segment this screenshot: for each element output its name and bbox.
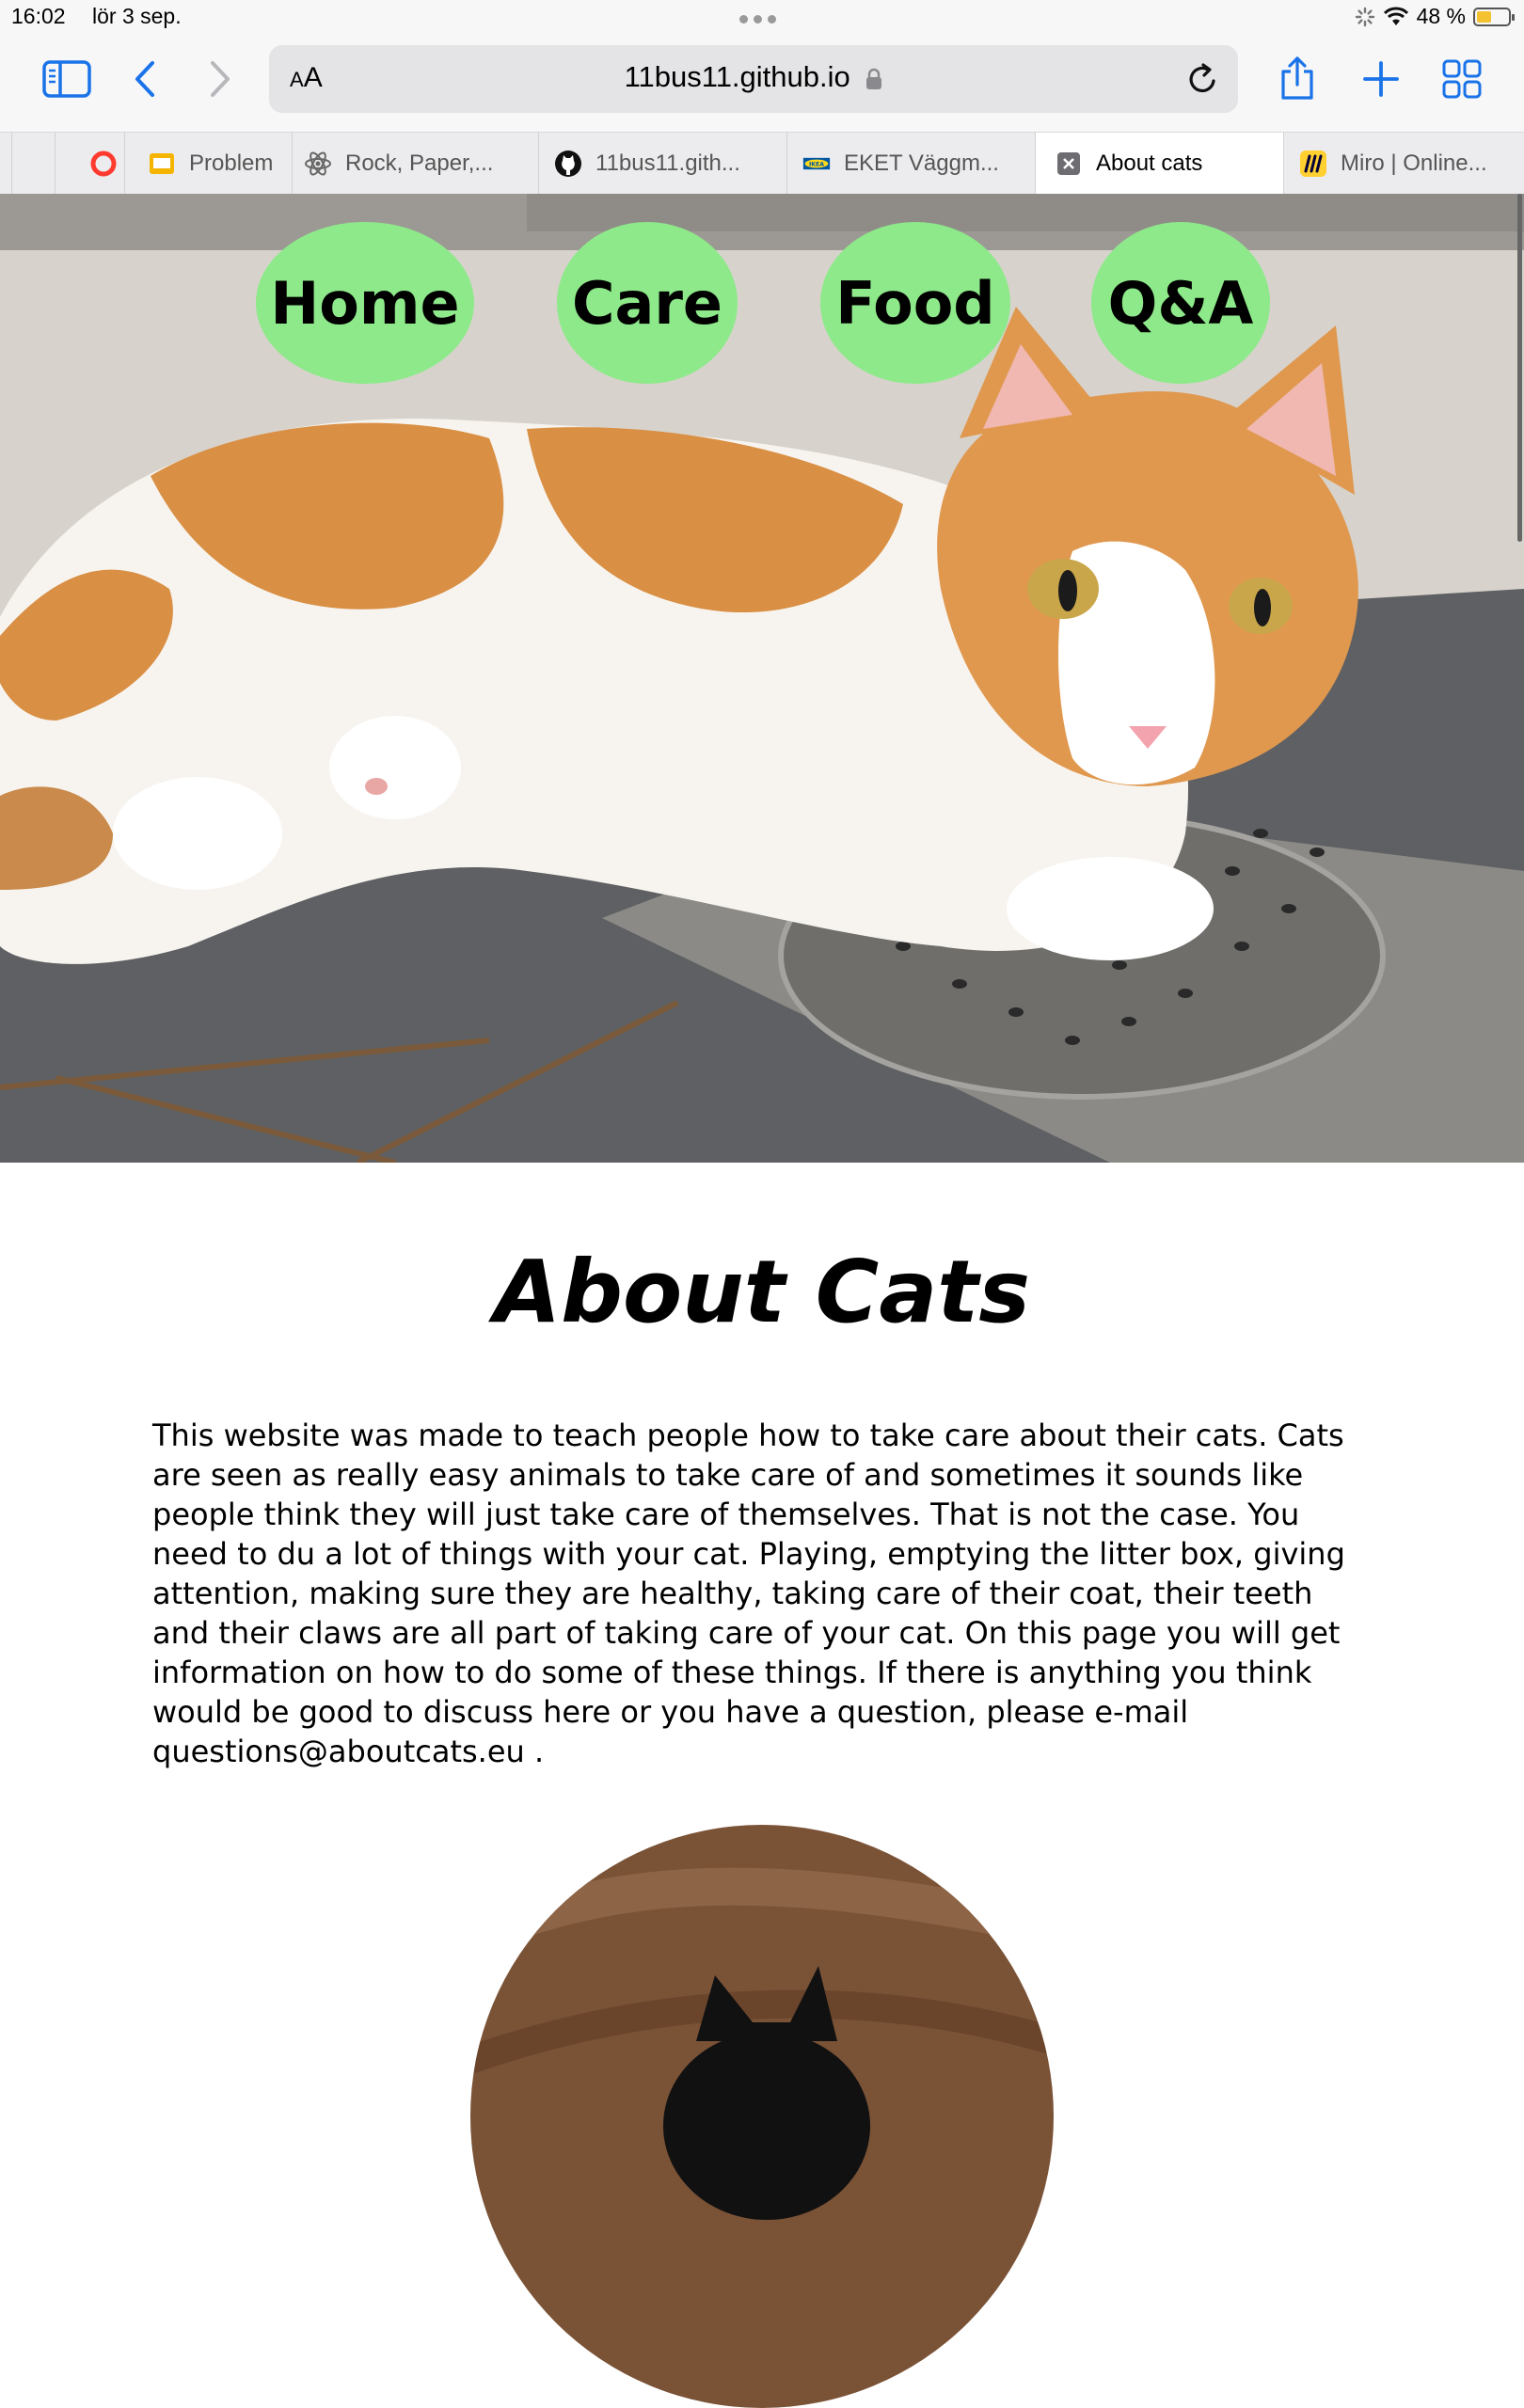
tab-overview-icon[interactable]: [1441, 58, 1483, 100]
tab-label: 11bus11.gith...: [595, 150, 740, 176]
tab-label: Rock, Paper,...: [345, 150, 494, 176]
activity-spinner-icon: [1355, 7, 1374, 26]
tab-label: About cats: [1096, 150, 1203, 176]
status-date: lör 3 sep.: [92, 4, 182, 28]
status-bar: 16:02 lör 3 sep. 48 %: [0, 0, 1524, 38]
back-icon[interactable]: [132, 58, 160, 100]
cat-photo-image: [0, 194, 1524, 1163]
opera-icon: [89, 150, 118, 178]
sidebar-icon[interactable]: [41, 58, 92, 100]
tab-miro[interactable]: Miro | Online...: [1283, 133, 1524, 195]
page-title: About Cats: [493, 1242, 1031, 1342]
multitasking-dots-icon[interactable]: [739, 15, 776, 24]
svg-text:IKEA: IKEA: [809, 162, 824, 168]
tab-github[interactable]: 11bus11.gith...: [538, 133, 786, 195]
tab-ikea[interactable]: IKEA EKET Väggm...: [786, 133, 1035, 195]
battery-level: [1477, 10, 1491, 23]
battery-icon: [1473, 7, 1515, 26]
nav-care-button[interactable]: Care: [557, 222, 738, 384]
ikea-icon: IKEA: [802, 150, 831, 178]
tab-problem[interactable]: Problem: [124, 133, 292, 195]
url-field[interactable]: 11bus11.github.io: [269, 60, 1238, 94]
page-scrollbar[interactable]: [1517, 194, 1522, 542]
nav-qa-button[interactable]: Q&A: [1091, 222, 1270, 384]
tab-label: Miro | Online...: [1341, 150, 1487, 176]
tab-opera[interactable]: [55, 133, 124, 195]
tab-rock-paper[interactable]: Rock, Paper,...: [292, 133, 538, 195]
round-cat-photo: [470, 1825, 1054, 2408]
new-tab-icon[interactable]: [1362, 58, 1400, 100]
reload-icon[interactable]: [1187, 62, 1219, 96]
address-bar[interactable]: AA 11bus11.github.io: [269, 45, 1238, 113]
tab-pinned[interactable]: [11, 133, 55, 195]
tab-label: EKET Väggm...: [844, 150, 999, 176]
wifi-icon: [1383, 7, 1408, 25]
close-tab-icon[interactable]: [1055, 150, 1083, 178]
tab-about-cats[interactable]: About cats: [1035, 133, 1283, 195]
github-icon: [554, 150, 582, 178]
forward-icon[interactable]: [205, 58, 233, 100]
status-time: 16:02: [11, 4, 66, 28]
miro-icon: [1299, 150, 1327, 178]
intro-paragraph: This website was made to teach people ho…: [152, 1418, 1345, 1769]
status-indicators: 48 %: [1355, 4, 1515, 29]
nav-food-button[interactable]: Food: [820, 222, 1010, 384]
browser-toolbar: AA 11bus11.github.io: [0, 38, 1524, 132]
nav-home-button[interactable]: Home: [256, 222, 474, 384]
share-icon[interactable]: [1278, 55, 1317, 102]
battery-percentage: 48 %: [1416, 4, 1466, 28]
url-text: 11bus11.github.io: [624, 60, 850, 93]
black-cat-image: [470, 1825, 1054, 2408]
slides-icon: [148, 150, 176, 178]
tab-bar: Problem Rock, Paper,... 11bus11.gith...: [0, 132, 1524, 196]
hero-cat-photo: Home Care Food Q&A: [0, 194, 1524, 1163]
atom-icon: [304, 150, 332, 178]
lock-icon: [866, 68, 882, 89]
tab-label: Problem: [189, 150, 274, 176]
